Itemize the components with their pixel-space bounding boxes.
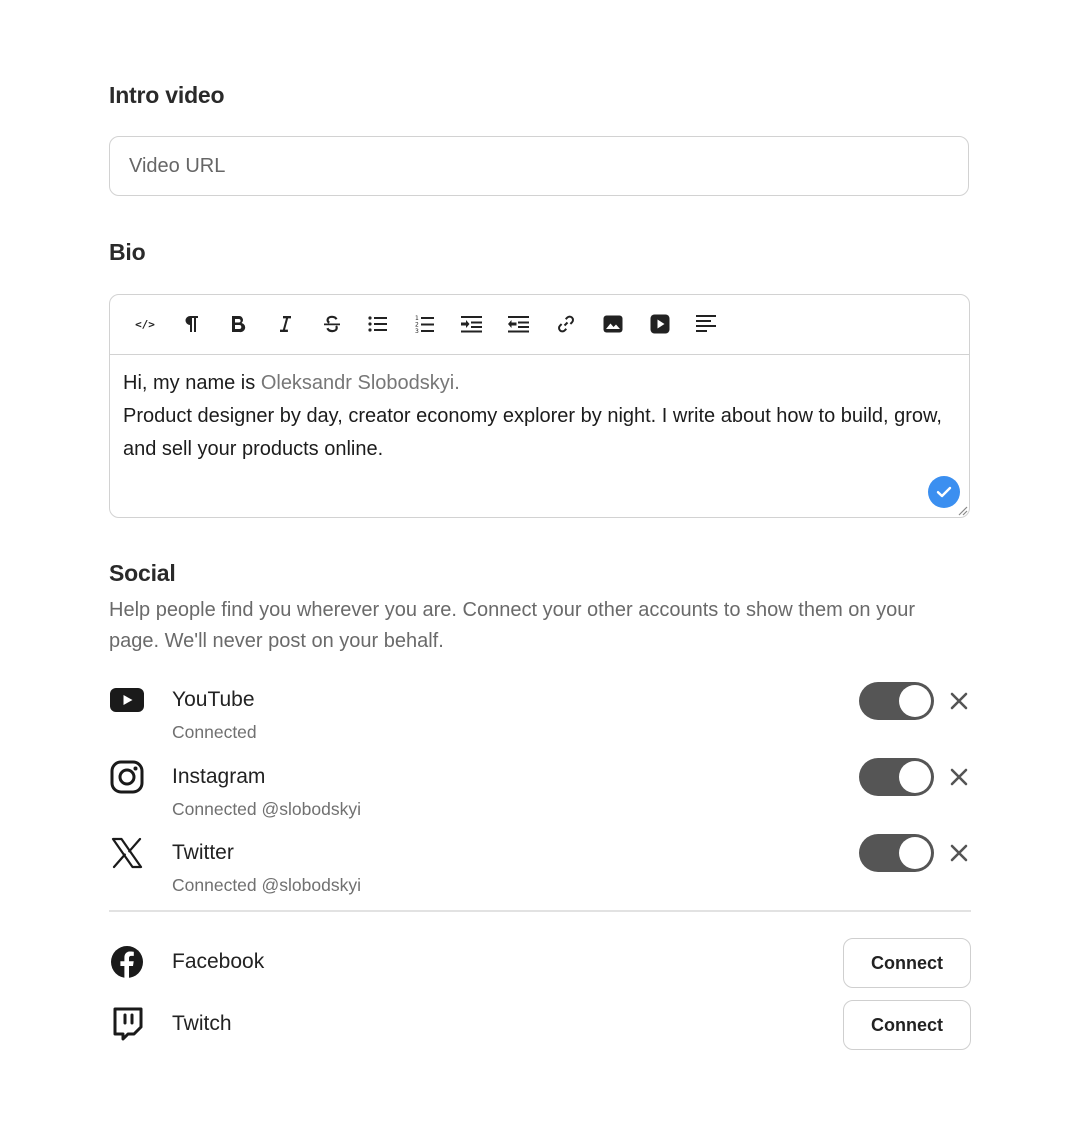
bio-greeting: Hi, my name is [123, 372, 261, 394]
image-icon[interactable] [598, 309, 628, 339]
outdent-icon[interactable] [504, 309, 534, 339]
bio-text[interactable]: Hi, my name is Oleksandr Slobodskyi. Pro… [123, 367, 949, 466]
video-url-field[interactable] [109, 136, 969, 196]
account-name: Twitter [172, 841, 234, 864]
social-title: Social [109, 560, 176, 586]
bullet-list-icon[interactable] [363, 309, 393, 339]
paragraph-icon[interactable] [176, 309, 206, 339]
bio-description: Product designer by day, creator economy… [123, 405, 942, 460]
twitch-icon [109, 1006, 145, 1042]
youtube-toggle[interactable] [859, 682, 934, 720]
divider [109, 910, 971, 912]
indent-icon[interactable] [457, 309, 487, 339]
strikethrough-icon[interactable] [317, 309, 347, 339]
bio-editor[interactable]: </> 123 Hi, my name is Oleksandr Slobods… [109, 294, 970, 518]
account-status: Connected [172, 722, 257, 742]
twitter-toggle[interactable] [859, 834, 934, 872]
account-status: Connected @slobodskyi [172, 875, 361, 895]
close-icon[interactable] [947, 765, 971, 789]
svg-text:</>: </> [135, 318, 155, 331]
account-name: Twitch [172, 1012, 232, 1035]
editor-toolbar: </> 123 [110, 295, 969, 355]
bold-icon[interactable] [223, 309, 253, 339]
account-name: Facebook [172, 950, 265, 973]
instagram-icon [109, 759, 145, 795]
code-icon[interactable]: </> [130, 309, 160, 339]
toggle-knob [899, 837, 931, 869]
close-icon[interactable] [947, 689, 971, 713]
instagram-toggle[interactable] [859, 758, 934, 796]
intro-video-title: Intro video [109, 82, 225, 108]
toggle-knob [899, 685, 931, 717]
account-name: Instagram [172, 765, 266, 788]
italic-icon[interactable] [270, 309, 300, 339]
x-twitter-icon [109, 835, 145, 871]
youtube-icon [109, 682, 145, 718]
connect-facebook-button[interactable]: Connect [843, 938, 971, 988]
link-icon[interactable] [551, 309, 581, 339]
close-icon[interactable] [947, 841, 971, 865]
account-status: Connected @slobodskyi [172, 799, 361, 819]
bio-author-name: Oleksandr Slobodskyi. [260, 372, 460, 394]
bio-title: Bio [109, 239, 146, 265]
resize-grip-icon[interactable] [956, 504, 968, 516]
facebook-icon [109, 944, 145, 980]
social-description: Help people find you wherever you are. C… [109, 599, 916, 652]
svg-text:3: 3 [415, 328, 419, 334]
align-left-icon[interactable] [692, 309, 722, 339]
video-icon[interactable] [645, 309, 675, 339]
account-name: YouTube [172, 688, 255, 711]
video-url-input[interactable] [110, 137, 968, 195]
numbered-list-icon[interactable]: 123 [410, 309, 440, 339]
toggle-knob [899, 761, 931, 793]
connect-twitch-button[interactable]: Connect [843, 1000, 971, 1050]
